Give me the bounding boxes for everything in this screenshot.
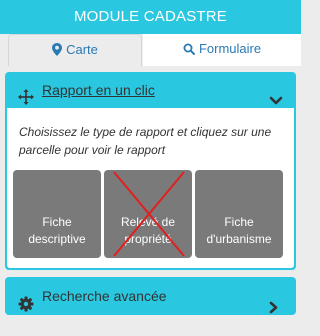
tile-label-line1: Fiche: [42, 215, 72, 229]
chevron-right-icon[interactable]: [268, 290, 282, 314]
tab-bar: Carte Formulaire: [0, 34, 301, 66]
recherche-panel[interactable]: Recherche avancée: [5, 277, 296, 315]
gear-icon: [18, 288, 34, 312]
map-marker-icon: [52, 37, 63, 67]
tile-label-line2: descriptive: [28, 232, 86, 246]
tab-carte-label: Carte: [66, 42, 98, 57]
rapport-panel-title[interactable]: Rapport en un clic: [42, 72, 155, 108]
tile-label: Fiche d'urbanisme: [195, 214, 283, 248]
tile-label-line2: d'urbanisme: [206, 232, 272, 246]
rapport-panel-body: Choisissez le type de rapport et cliquez…: [7, 108, 294, 268]
releve-de-propriete-button[interactable]: Relevé de propriété: [104, 170, 192, 258]
tile-label-line1: Fiche: [224, 215, 254, 229]
fiche-descriptive-button[interactable]: Fiche descriptive: [13, 170, 101, 258]
tab-formulaire[interactable]: Formulaire: [143, 34, 301, 66]
recherche-panel-title[interactable]: Recherche avancée: [42, 277, 167, 315]
fiche-urbanisme-button[interactable]: Fiche d'urbanisme: [195, 170, 283, 258]
tab-carte[interactable]: Carte: [8, 34, 142, 66]
arrows-move-icon: [18, 82, 34, 105]
recherche-panel-header[interactable]: Recherche avancée: [5, 277, 296, 315]
search-icon: [183, 36, 195, 66]
tile-label: Fiche descriptive: [13, 214, 101, 248]
disabled-cross-icon: [113, 171, 185, 257]
chevron-down-icon[interactable]: [269, 84, 283, 105]
tab-formulaire-label: Formulaire: [198, 41, 262, 56]
rapport-panel: Rapport en un clic Choisissez le type de…: [5, 72, 296, 270]
module-title: MODULE CADASTRE: [73, 8, 228, 25]
rapport-panel-header[interactable]: Rapport en un clic: [5, 72, 296, 108]
rapport-instructions: Choisissez le type de rapport et cliquez…: [19, 125, 272, 157]
module-header: MODULE CADASTRE: [0, 0, 301, 34]
